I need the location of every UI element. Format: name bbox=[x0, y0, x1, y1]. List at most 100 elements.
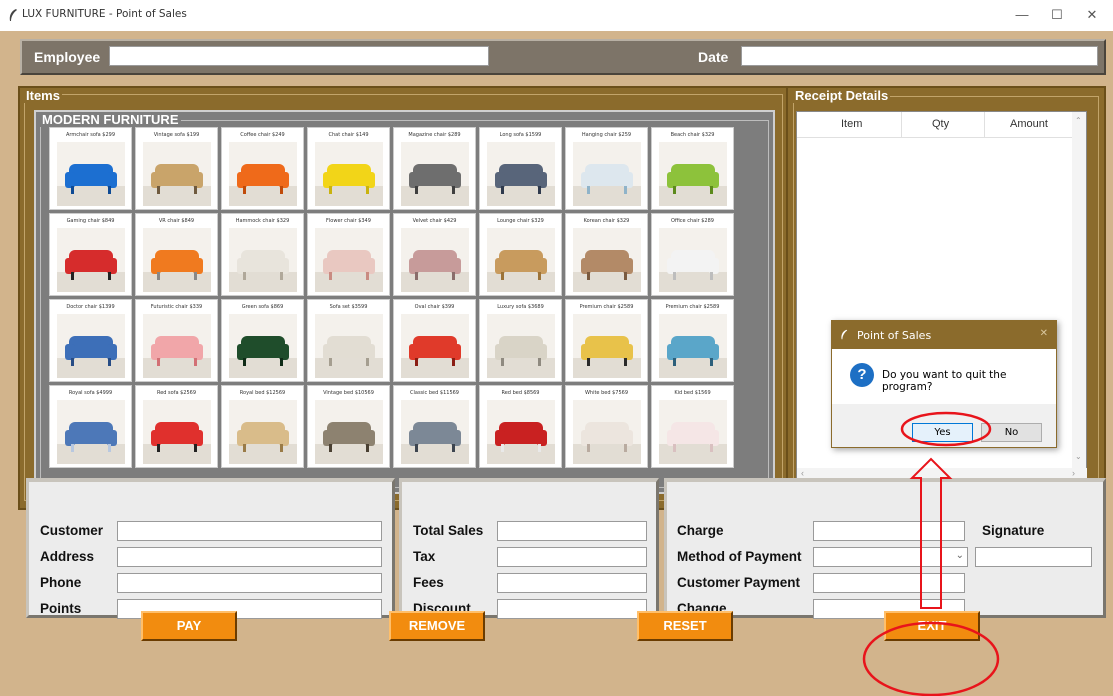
address-input[interactable] bbox=[117, 547, 382, 567]
product-image bbox=[401, 400, 469, 464]
quit-dialog: Point of Sales ✕ ? Do you want to quit t… bbox=[831, 320, 1057, 448]
tax-input[interactable] bbox=[497, 547, 647, 567]
product-card[interactable]: Green sofa $869 bbox=[221, 299, 304, 382]
product-card[interactable]: VR chair $849 bbox=[135, 213, 218, 296]
product-label: Hammock chair $329 bbox=[235, 218, 290, 224]
product-card[interactable]: Red sofa $2569 bbox=[135, 385, 218, 468]
product-card[interactable]: Royal sofa $4999 bbox=[49, 385, 132, 468]
close-window-button[interactable]: ✕ bbox=[1082, 6, 1102, 24]
points-label: Points bbox=[40, 601, 82, 616]
remove-button[interactable]: REMOVE bbox=[389, 611, 485, 641]
product-card[interactable]: White bed $7569 bbox=[565, 385, 648, 468]
product-label: Kid bed $1569 bbox=[674, 390, 711, 396]
dialog-body: ? Do you want to quit the program? bbox=[832, 349, 1056, 404]
scroll-right-icon[interactable]: › bbox=[1072, 468, 1075, 478]
employee-input[interactable] bbox=[109, 46, 489, 66]
product-card[interactable]: Magazine chair $289 bbox=[393, 127, 476, 210]
column-amount[interactable]: Amount bbox=[1010, 118, 1048, 130]
date-input[interactable] bbox=[741, 46, 1098, 66]
dialog-close-button[interactable]: ✕ bbox=[1040, 328, 1048, 339]
signature-input[interactable] bbox=[975, 547, 1092, 567]
scroll-down-icon[interactable]: ⌄ bbox=[1075, 452, 1082, 461]
product-card[interactable]: Lounge chair $329 bbox=[479, 213, 562, 296]
vertical-scrollbar[interactable]: ⌃ ⌄ bbox=[1072, 112, 1086, 472]
product-card[interactable]: Hammock chair $329 bbox=[221, 213, 304, 296]
product-card[interactable]: Vintage sofa $199 bbox=[135, 127, 218, 210]
column-item[interactable]: Item bbox=[841, 118, 862, 130]
product-card[interactable]: Royal bed $12569 bbox=[221, 385, 304, 468]
product-card[interactable]: Red bed $8569 bbox=[479, 385, 562, 468]
product-card[interactable]: Vintage bed $10569 bbox=[307, 385, 390, 468]
scroll-left-icon[interactable]: ‹ bbox=[801, 468, 804, 478]
employee-date-bar: Employee Date bbox=[20, 39, 1106, 75]
product-image bbox=[229, 400, 297, 464]
product-card[interactable]: Korean chair $329 bbox=[565, 213, 648, 296]
date-label: Date bbox=[698, 49, 729, 65]
charge-input[interactable] bbox=[813, 521, 965, 541]
total-sales-input[interactable] bbox=[497, 521, 647, 541]
product-card[interactable]: Flower chair $349 bbox=[307, 213, 390, 296]
product-image bbox=[229, 142, 297, 206]
payment-method-select[interactable]: ⌄ bbox=[813, 547, 968, 567]
product-card[interactable]: Hanging chair $259 bbox=[565, 127, 648, 210]
product-card[interactable]: Classic bed $11569 bbox=[393, 385, 476, 468]
product-card[interactable]: Premium chair $2589 bbox=[565, 299, 648, 382]
product-card[interactable]: Gaming chair $849 bbox=[49, 213, 132, 296]
reset-button[interactable]: RESET bbox=[637, 611, 733, 641]
product-image bbox=[143, 314, 211, 378]
product-image bbox=[573, 142, 641, 206]
product-label: Doctor chair $1399 bbox=[66, 304, 115, 310]
product-image bbox=[659, 400, 727, 464]
product-image bbox=[57, 314, 125, 378]
feather-icon bbox=[9, 9, 17, 21]
product-card[interactable]: Velvet chair $429 bbox=[393, 213, 476, 296]
column-qty[interactable]: Qty bbox=[932, 118, 949, 130]
product-image bbox=[573, 228, 641, 292]
product-card[interactable]: Kid bed $1569 bbox=[651, 385, 734, 468]
customer-input[interactable] bbox=[117, 521, 382, 541]
customer-payment-input[interactable] bbox=[813, 573, 965, 593]
product-card[interactable]: Office chair $289 bbox=[651, 213, 734, 296]
product-image bbox=[573, 314, 641, 378]
product-card[interactable]: Futuristic chair $339 bbox=[135, 299, 218, 382]
product-card[interactable]: Doctor chair $1399 bbox=[49, 299, 132, 382]
minimize-button[interactable]: — bbox=[1012, 6, 1032, 24]
product-card[interactable]: Luxury sofa $3689 bbox=[479, 299, 562, 382]
items-title: Items bbox=[24, 88, 62, 103]
discount-input[interactable] bbox=[497, 599, 647, 619]
product-card[interactable]: Premium chair $2589 bbox=[651, 299, 734, 382]
product-label: Sofa set $3599 bbox=[329, 304, 368, 310]
fees-label: Fees bbox=[413, 575, 444, 590]
exit-button[interactable]: EXIT bbox=[884, 611, 980, 641]
product-card[interactable]: Beach chair $329 bbox=[651, 127, 734, 210]
scroll-up-icon[interactable]: ⌃ bbox=[1075, 116, 1082, 125]
phone-input[interactable] bbox=[117, 573, 382, 593]
title-bar: LUX FURNITURE - Point of Sales — ☐ ✕ bbox=[0, 0, 1113, 31]
product-image bbox=[401, 142, 469, 206]
product-card[interactable]: Chat chair $149 bbox=[307, 127, 390, 210]
product-image bbox=[487, 142, 555, 206]
maximize-button[interactable]: ☐ bbox=[1047, 6, 1067, 24]
customer-label: Customer bbox=[40, 523, 104, 538]
product-card[interactable]: Coffee chair $249 bbox=[221, 127, 304, 210]
product-label: Vintage sofa $199 bbox=[153, 132, 200, 138]
product-card[interactable]: Oval chair $399 bbox=[393, 299, 476, 382]
product-image bbox=[401, 228, 469, 292]
product-label: Luxury sofa $3689 bbox=[497, 304, 544, 310]
product-card[interactable]: Long sofa $1599 bbox=[479, 127, 562, 210]
product-image bbox=[143, 400, 211, 464]
product-image bbox=[487, 314, 555, 378]
product-label: Premium chair $2589 bbox=[579, 304, 634, 310]
product-image bbox=[229, 228, 297, 292]
product-card[interactable]: Sofa set $3599 bbox=[307, 299, 390, 382]
chevron-down-icon[interactable]: ⌄ bbox=[956, 550, 964, 561]
no-button[interactable]: No bbox=[981, 423, 1042, 442]
receipt-list[interactable]: Item Qty Amount ⌃ ⌄ ‹ › bbox=[796, 111, 1087, 516]
product-label: Gaming chair $849 bbox=[66, 218, 115, 224]
fees-input[interactable] bbox=[497, 573, 647, 593]
yes-button[interactable]: Yes bbox=[912, 423, 973, 442]
question-icon: ? bbox=[850, 363, 874, 387]
receipt-title: Receipt Details bbox=[793, 88, 891, 103]
pay-button[interactable]: PAY bbox=[141, 611, 237, 641]
product-card[interactable]: Armchair sofa $299 bbox=[49, 127, 132, 210]
